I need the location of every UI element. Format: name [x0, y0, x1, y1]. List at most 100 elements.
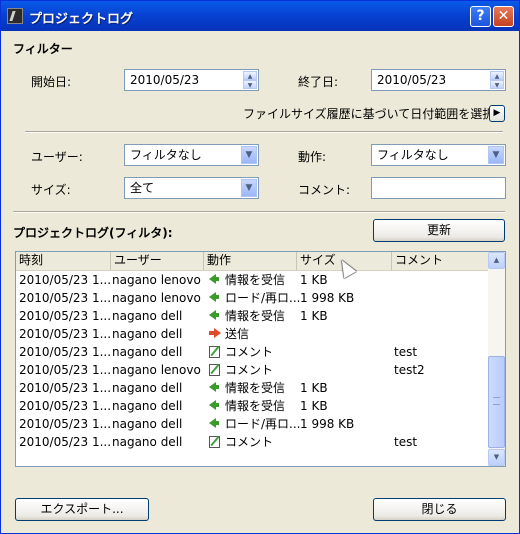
table-row[interactable]: 2010/05/23 1... nagano lenovo コメント test2 [16, 361, 488, 379]
cell-action: 情報を受信 [225, 309, 286, 323]
comment-input[interactable] [371, 177, 506, 199]
cell-time: 2010/05/23 1... [19, 345, 112, 359]
table-row[interactable]: 2010/05/23 1... nagano dell コメント test [16, 433, 488, 451]
refresh-button[interactable]: 更新 [373, 219, 505, 242]
cell-action: コメント [225, 345, 274, 359]
play-arrow-icon: ▶ [493, 108, 501, 118]
date-range-hint: ファイルサイズ履歴に基づいて日付範囲を選択 [243, 107, 495, 121]
receive-icon [209, 274, 223, 286]
start-date-spinner[interactable]: ▲ ▼ [243, 71, 257, 89]
end-date-label: 終了日: [298, 75, 339, 89]
table-header: 時刻 ユーザー 動作 サイズ コメント [16, 252, 488, 271]
cell-size: 1 KB [300, 381, 328, 395]
spin-up-icon[interactable]: ▲ [243, 71, 257, 80]
table-row[interactable]: 2010/05/23 1... nagano lenovo ロード/再ロ... 1 9… [16, 289, 488, 307]
table-row[interactable]: 2010/05/23 1... nagano dell コメント test [16, 343, 488, 361]
column-header-time[interactable]: 時刻 [16, 252, 111, 270]
filter-section-title: フィルター [13, 42, 73, 56]
cell-user: nagano dell [112, 345, 183, 359]
table-row[interactable]: 2010/05/23 1... nagano lenovo 情報を受信 1 KB [16, 271, 488, 289]
help-button[interactable]: ? [470, 6, 491, 27]
action-dropdown-value: フィルタなし [377, 148, 449, 162]
start-date-value: 2010/05/23 [130, 73, 200, 87]
action-label: 動作: [298, 150, 327, 164]
cell-user: nagano dell [112, 327, 183, 341]
cell-size: 1 998 KB [300, 291, 355, 305]
table-row[interactable]: 2010/05/23 1... nagano dell ロード/再ロ... 1 998… [16, 415, 488, 433]
cell-user: nagano lenovo [112, 273, 201, 287]
cell-size: 1 KB [300, 309, 328, 323]
comment-icon [209, 364, 223, 376]
cell-size: 1 KB [300, 399, 328, 413]
column-header-comment[interactable]: コメント [392, 252, 488, 270]
spin-up-icon[interactable]: ▲ [490, 71, 504, 80]
cell-time: 2010/05/23 1... [19, 363, 112, 377]
cell-user: nagano lenovo [112, 291, 201, 305]
scroll-down-icon[interactable]: ▼ [488, 449, 505, 466]
app-icon [7, 8, 23, 24]
receive-icon [209, 382, 223, 394]
action-dropdown[interactable]: フィルタなし ▼ [371, 144, 506, 166]
column-header-user[interactable]: ユーザー [111, 252, 204, 270]
send-icon [209, 328, 223, 340]
user-dropdown[interactable]: フィルタなし ▼ [124, 144, 259, 166]
table-row[interactable]: 2010/05/23 1... nagano dell 情報を受信 1 KB [16, 379, 488, 397]
comment-icon [209, 346, 223, 358]
spin-down-icon[interactable]: ▼ [243, 80, 257, 89]
size-label: サイズ: [31, 183, 71, 197]
vertical-scrollbar[interactable]: ▲ ▼ [488, 252, 505, 466]
cell-comment: test2 [394, 363, 425, 377]
cell-user: nagano dell [112, 399, 183, 413]
cell-action: コメント [225, 435, 274, 449]
end-date-field[interactable]: 2010/05/23 ▲ ▼ [371, 69, 506, 91]
receive-icon [209, 292, 223, 304]
cell-time: 2010/05/23 1... [19, 327, 112, 341]
cell-time: 2010/05/23 1... [19, 381, 112, 395]
table-row[interactable]: 2010/05/23 1... nagano dell 情報を受信 1 KB [16, 307, 488, 325]
user-dropdown-value: フィルタなし [130, 148, 202, 162]
title-bar[interactable]: プロジェクトログ ? ✕ [1, 1, 519, 31]
table-row[interactable]: 2010/05/23 1... nagano dell 送信 [16, 325, 488, 343]
chevron-down-icon[interactable]: ▼ [488, 146, 504, 164]
log-table[interactable]: 時刻 ユーザー 動作 サイズ コメント 2010/05/23 1... nagan… [15, 251, 506, 467]
cell-action: 送信 [225, 327, 250, 341]
date-range-arrow-button[interactable]: ▶ [489, 105, 505, 122]
end-date-value: 2010/05/23 [377, 73, 447, 87]
scroll-up-icon[interactable]: ▲ [488, 252, 505, 269]
project-log-dialog: プロジェクトログ ? ✕ フィルター 開始日: 2010/05/23 ▲ ▼ 終了… [0, 0, 520, 534]
cell-time: 2010/05/23 1... [19, 309, 112, 323]
cell-time: 2010/05/23 1... [19, 291, 112, 305]
window-title: プロジェクトログ [29, 12, 134, 27]
export-button[interactable]: エクスポート... [15, 498, 149, 521]
end-date-spinner[interactable]: ▲ ▼ [490, 71, 504, 89]
start-date-field[interactable]: 2010/05/23 ▲ ▼ [124, 69, 259, 91]
cell-action: コメント [225, 363, 274, 377]
cell-user: nagano dell [112, 381, 183, 395]
cell-action: ロード/再ロ... [225, 417, 301, 431]
scroll-thumb[interactable] [488, 356, 505, 448]
cell-action: 情報を受信 [225, 381, 286, 395]
divider [13, 211, 505, 213]
size-dropdown-value: 全て [130, 181, 155, 195]
size-dropdown[interactable]: 全て ▼ [124, 177, 259, 199]
cell-user: nagano dell [112, 309, 183, 323]
cell-comment: test [394, 435, 418, 449]
receive-icon [209, 400, 223, 412]
chevron-down-icon[interactable]: ▼ [241, 146, 257, 164]
cell-action: ロード/再ロ... [225, 291, 301, 305]
close-button[interactable]: 閉じる [373, 498, 506, 521]
table-row[interactable]: 2010/05/23 1... nagano dell 情報を受信 1 KB [16, 397, 488, 415]
start-date-label: 開始日: [31, 75, 72, 89]
close-window-button[interactable]: ✕ [493, 6, 514, 27]
cell-user: nagano dell [112, 435, 183, 449]
chevron-down-icon[interactable]: ▼ [241, 179, 257, 197]
cell-action: 情報を受信 [225, 273, 286, 287]
comment-label: コメント: [298, 183, 351, 197]
cell-time: 2010/05/23 1... [19, 399, 112, 413]
log-section-title: プロジェクトログ(フィルタ): [13, 226, 173, 240]
grip-icon [493, 397, 500, 405]
spin-down-icon[interactable]: ▼ [490, 80, 504, 89]
receive-icon [209, 418, 223, 430]
column-header-action[interactable]: 動作 [204, 252, 297, 270]
cell-time: 2010/05/23 1... [19, 273, 112, 287]
